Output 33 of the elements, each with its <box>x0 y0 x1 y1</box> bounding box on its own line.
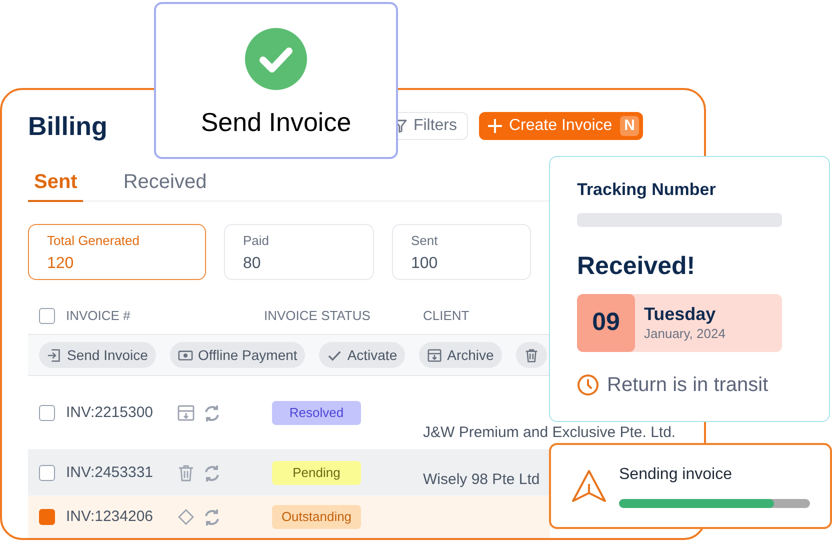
status-heading: Received! <box>577 251 696 281</box>
stat-value: 120 <box>47 254 75 274</box>
day-number: 09 <box>592 307 620 338</box>
invoice-number: INV:2453331 <box>66 462 154 483</box>
client-name: Wisely 98 Pte Ltd <box>423 470 540 490</box>
stat-label: Paid <box>243 232 270 250</box>
bulk-action-button[interactable]: Archive <box>419 342 502 368</box>
stat-label: Sent <box>411 232 439 250</box>
invoice-number: INV:2215300 <box>66 402 154 423</box>
card-title: Tracking Number <box>577 179 717 201</box>
month-text: January, 2024 <box>644 325 726 343</box>
status-badge: Resolved <box>272 401 361 425</box>
column-header: INVOICE STATUS <box>264 307 372 326</box>
popup-title: Send Invoice <box>200 106 352 139</box>
page-title: Billing <box>28 110 108 142</box>
stat-label: Total Generated <box>47 232 141 250</box>
transit-note: Return is in transit <box>607 373 768 398</box>
weekday-text: Tuesday <box>644 303 717 325</box>
status-badge: Pending <box>272 461 361 485</box>
shortcut-key: N <box>620 116 640 136</box>
bulk-action-button[interactable]: Send Invoice <box>39 342 156 368</box>
bulk-action-button[interactable]: Offline Payment <box>170 342 306 368</box>
status-badge: Outstanding <box>272 505 361 529</box>
bulk-action-button[interactable]: Activate <box>319 342 406 368</box>
tab[interactable]: Sent <box>28 164 84 202</box>
toast-title: Sending invoice <box>619 464 733 484</box>
column-header: INVOICE # <box>66 307 132 326</box>
client-name: J&W Premium and Exclusive Pte. Ltd. <box>423 424 676 442</box>
stat-value: 80 <box>243 254 262 274</box>
invoice-number: INV:1234206 <box>66 506 154 527</box>
stat-value: 100 <box>411 254 439 274</box>
tab[interactable]: Received <box>123 164 207 202</box>
column-header: CLIENT <box>423 307 470 326</box>
